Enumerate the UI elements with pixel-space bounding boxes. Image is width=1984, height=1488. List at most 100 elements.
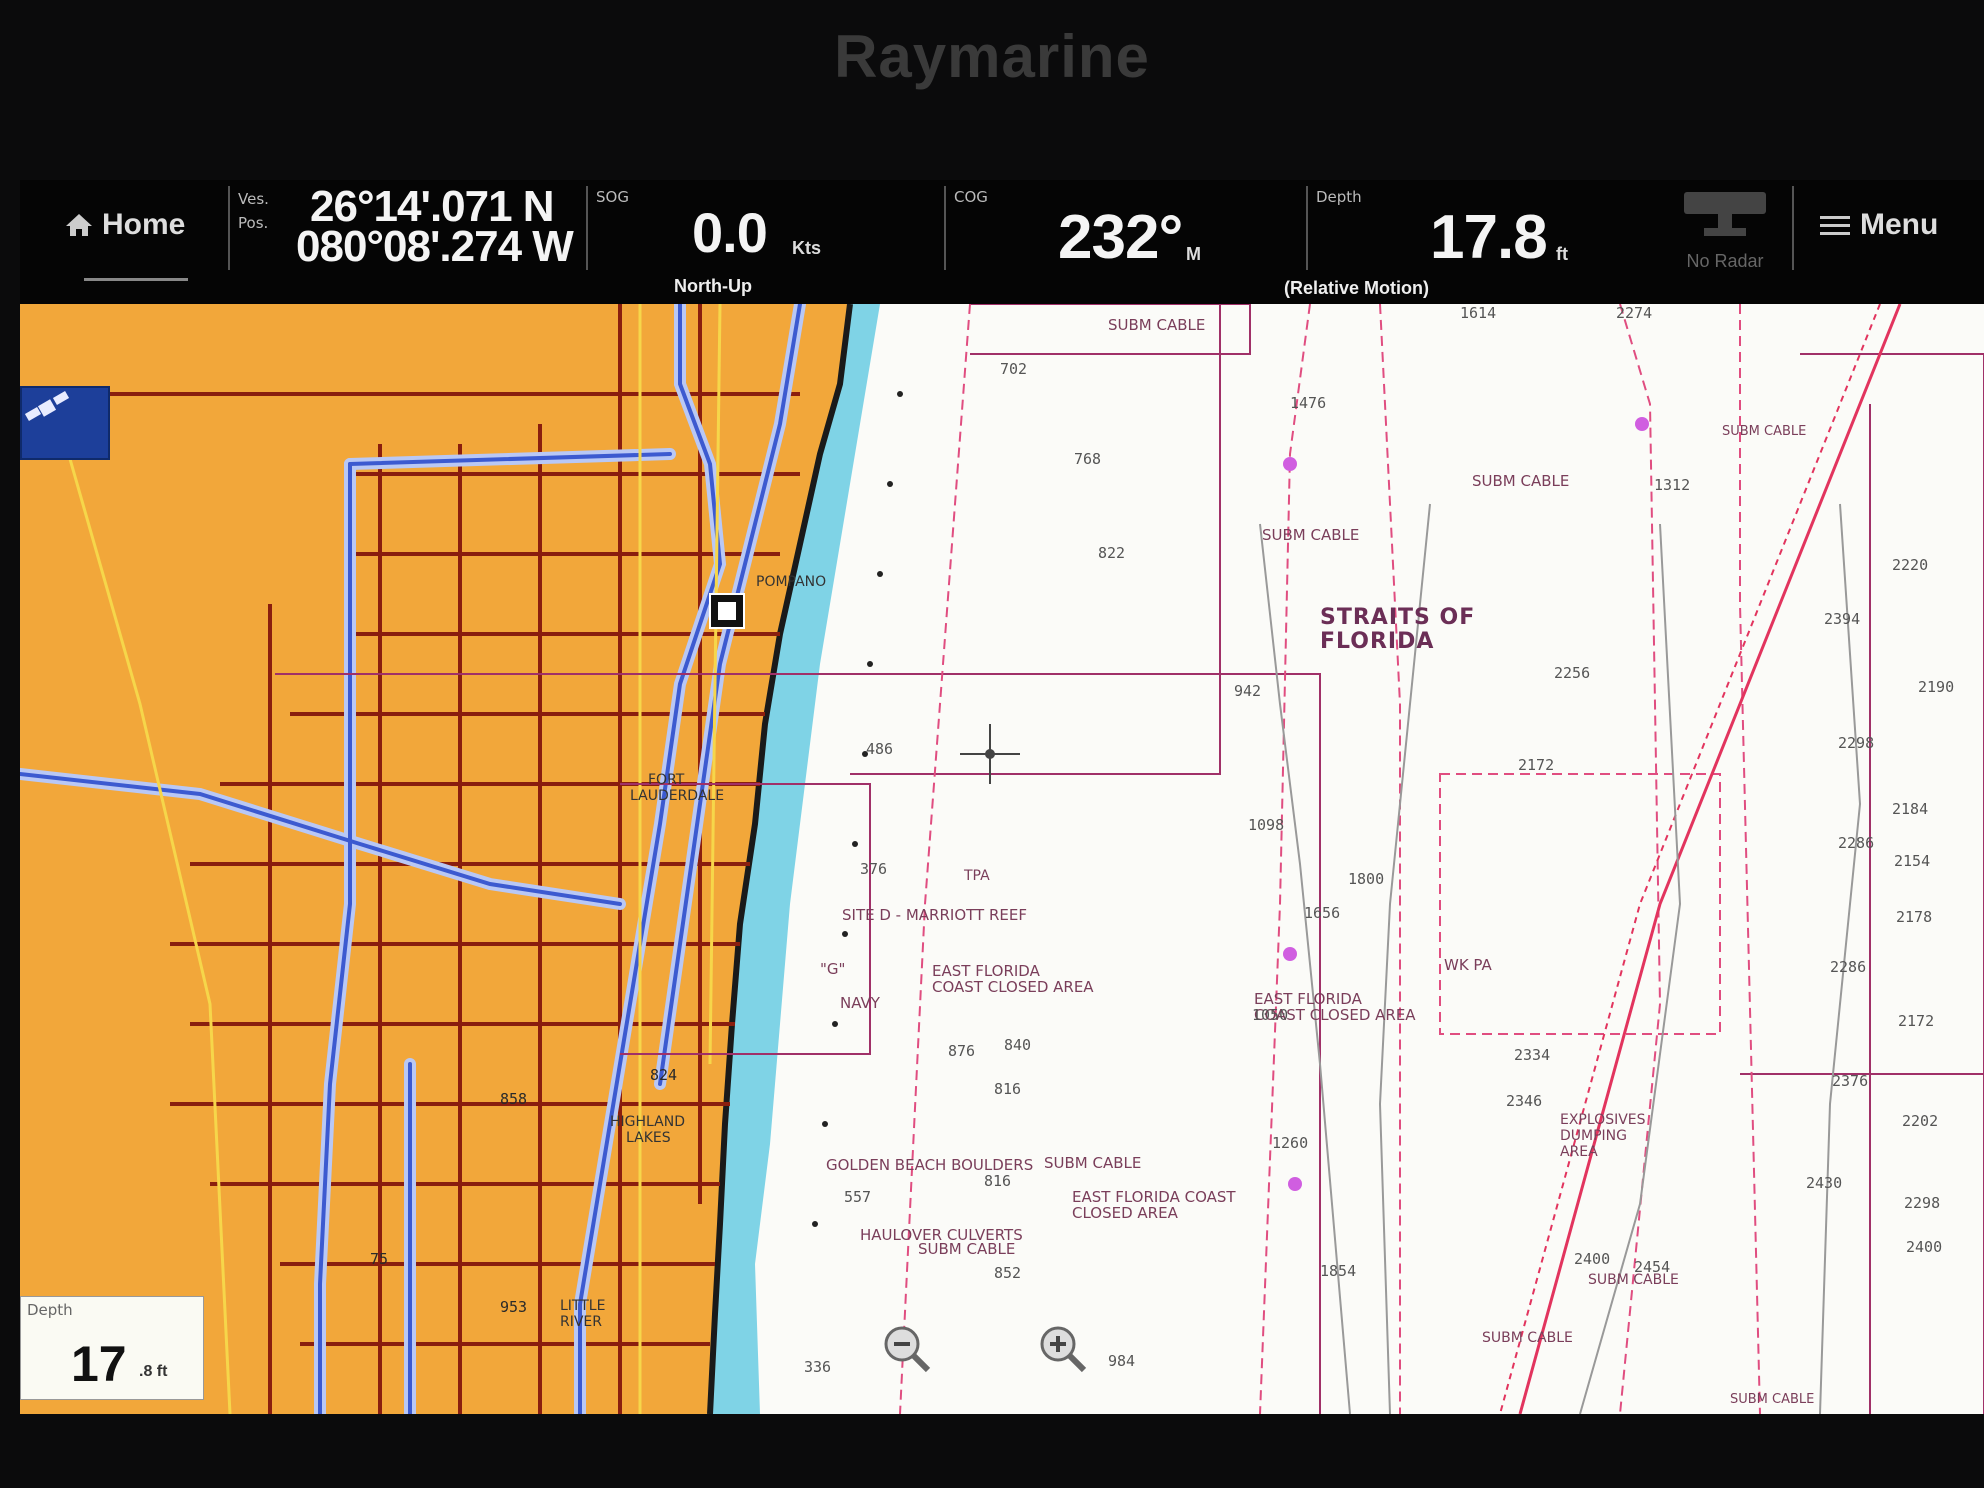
position-label-1: Ves. xyxy=(238,190,269,208)
place-label: FORT xyxy=(648,772,685,788)
chart-label: SITE D - MARRIOTT REEF xyxy=(842,906,1027,924)
sounding: 984 xyxy=(1108,1352,1136,1370)
sog-unit: Kts xyxy=(792,238,822,258)
sounding: 824 xyxy=(650,1066,678,1084)
separator xyxy=(944,186,946,270)
chart-label: TPA xyxy=(964,868,990,884)
chart-label: SUBM CABLE xyxy=(1108,316,1206,334)
sog-cell[interactable]: SOG 0.0 Kts North-Up xyxy=(592,180,952,304)
sounding: 1800 xyxy=(1348,870,1385,888)
sounding: 2346 xyxy=(1506,1092,1543,1110)
separator xyxy=(586,186,588,270)
place-label: LAUDERDALE xyxy=(630,788,725,804)
chart-label: AREA xyxy=(1560,1144,1598,1160)
depth-cell[interactable]: Depth 17.8 ft (Relative Motion) xyxy=(1284,180,1662,304)
chart-label: SUBM CABLE xyxy=(1262,526,1360,544)
cog-value: 232° xyxy=(1058,203,1183,272)
sounding: 1312 xyxy=(1654,476,1691,494)
sounding: 2298 xyxy=(1838,734,1875,752)
depth-databox[interactable]: Depth 17 .8 ft xyxy=(20,1296,204,1400)
sounding: 2394 xyxy=(1824,610,1861,628)
depth-unit: ft xyxy=(1556,244,1568,264)
sounding: 1854 xyxy=(1320,1262,1357,1280)
sounding: 816 xyxy=(994,1080,1022,1098)
sounding: 942 xyxy=(1234,682,1262,700)
satellite-icon xyxy=(24,391,70,421)
satellite-button[interactable] xyxy=(20,386,110,460)
sounding: 2274 xyxy=(1616,304,1653,322)
cog-cell[interactable]: COG 232° M xyxy=(950,180,1310,304)
radar-label: No Radar xyxy=(1686,251,1764,271)
sounding: 2334 xyxy=(1514,1046,1551,1064)
motion-mode[interactable]: (Relative Motion) xyxy=(1284,278,1429,299)
sounding: 2184 xyxy=(1892,800,1929,818)
zoom-in-button[interactable] xyxy=(1036,1322,1088,1374)
depth-box-unit: .8 ft xyxy=(139,1363,168,1380)
vessel-icon xyxy=(709,593,745,629)
position-cell[interactable]: Ves. Pos. 26°14'.071 N 080°08'.274 W xyxy=(236,180,596,304)
cog-label: COG xyxy=(954,188,988,206)
chart-label: WK PA xyxy=(1444,956,1492,974)
region-label: STRAITS OF FLORIDA xyxy=(1320,606,1475,654)
sounding: 840 xyxy=(1004,1036,1032,1054)
home-underline xyxy=(84,278,188,281)
chart-label: SUBM CABLE xyxy=(1730,1392,1815,1407)
sounding: 2190 xyxy=(1918,678,1955,696)
sounding: 75 xyxy=(370,1250,389,1268)
sounding: 2400 xyxy=(1906,1238,1943,1256)
cog-unit: M xyxy=(1186,244,1201,264)
chart-label: COAST CLOSED AREA xyxy=(932,978,1094,996)
sounding: 2178 xyxy=(1896,908,1933,926)
menu-icon xyxy=(1820,216,1850,235)
sounding: 816 xyxy=(984,1172,1012,1190)
sounding: 2298 xyxy=(1904,1194,1941,1212)
sounding: 2286 xyxy=(1838,834,1875,852)
sounding: 2286 xyxy=(1830,958,1867,976)
radar-status[interactable]: No Radar xyxy=(1670,190,1780,290)
sounding: 1614 xyxy=(1460,304,1497,322)
sounding: 702 xyxy=(1000,360,1028,378)
sounding: 1476 xyxy=(1290,394,1327,412)
depth-value: 17.8 xyxy=(1430,203,1548,272)
separator xyxy=(1306,186,1308,270)
sog-label: SOG xyxy=(596,188,629,206)
sounding: 2154 xyxy=(1894,852,1931,870)
place-label: POMPANO xyxy=(756,574,827,590)
home-button[interactable]: Home xyxy=(64,202,224,248)
sounding: 2430 xyxy=(1806,1174,1843,1192)
sounding: 2202 xyxy=(1902,1112,1939,1130)
sounding: 768 xyxy=(1074,450,1102,468)
chart-label: "G" xyxy=(820,960,846,978)
chart-label: DUMPING xyxy=(1560,1128,1627,1144)
sounding: 2256 xyxy=(1554,664,1591,682)
sounding: 2172 xyxy=(1898,1012,1935,1030)
menu-button[interactable]: Menu xyxy=(1820,208,1938,242)
sounding: 336 xyxy=(804,1358,832,1376)
chart-label: CLOSED AREA xyxy=(1072,1204,1178,1222)
chart-label: SUBM CABLE xyxy=(1472,472,1570,490)
depth-box-label: Depth xyxy=(27,1301,73,1319)
region-label-line2: FLORIDA xyxy=(1320,629,1435,654)
sounding: 486 xyxy=(866,740,894,758)
sounding: 858 xyxy=(500,1090,528,1108)
chart-label: SUBM CABLE xyxy=(1722,424,1807,439)
zoom-out-button[interactable] xyxy=(880,1322,932,1374)
sounding: 557 xyxy=(844,1188,872,1206)
sounding: 376 xyxy=(860,860,888,878)
home-icon xyxy=(66,214,92,236)
chart-view[interactable]: SUBM CABLE SUBM CABLE SUBM CABLE SUBM CA… xyxy=(20,304,1984,1414)
chart-label: SUBM CABLE xyxy=(1482,1330,1573,1346)
longitude-value: 080°08'.274 W xyxy=(296,222,574,271)
depth-box-value: 17 xyxy=(71,1336,127,1392)
sog-value: 0.0 xyxy=(692,201,768,264)
chart-label: NAVY xyxy=(840,994,880,1012)
sounding: 876 xyxy=(948,1042,976,1060)
region-label-line1: STRAITS OF xyxy=(1320,605,1476,630)
chart-label: SUBM CABLE xyxy=(1044,1154,1142,1172)
home-label: Home xyxy=(102,208,186,241)
brand-logo: Raymarine xyxy=(834,23,1150,90)
sounding: 2376 xyxy=(1832,1072,1869,1090)
zoom-in-icon xyxy=(1040,1326,1087,1373)
orientation-mode[interactable]: North-Up xyxy=(674,276,752,297)
sounding: 1050 xyxy=(1252,1006,1289,1024)
